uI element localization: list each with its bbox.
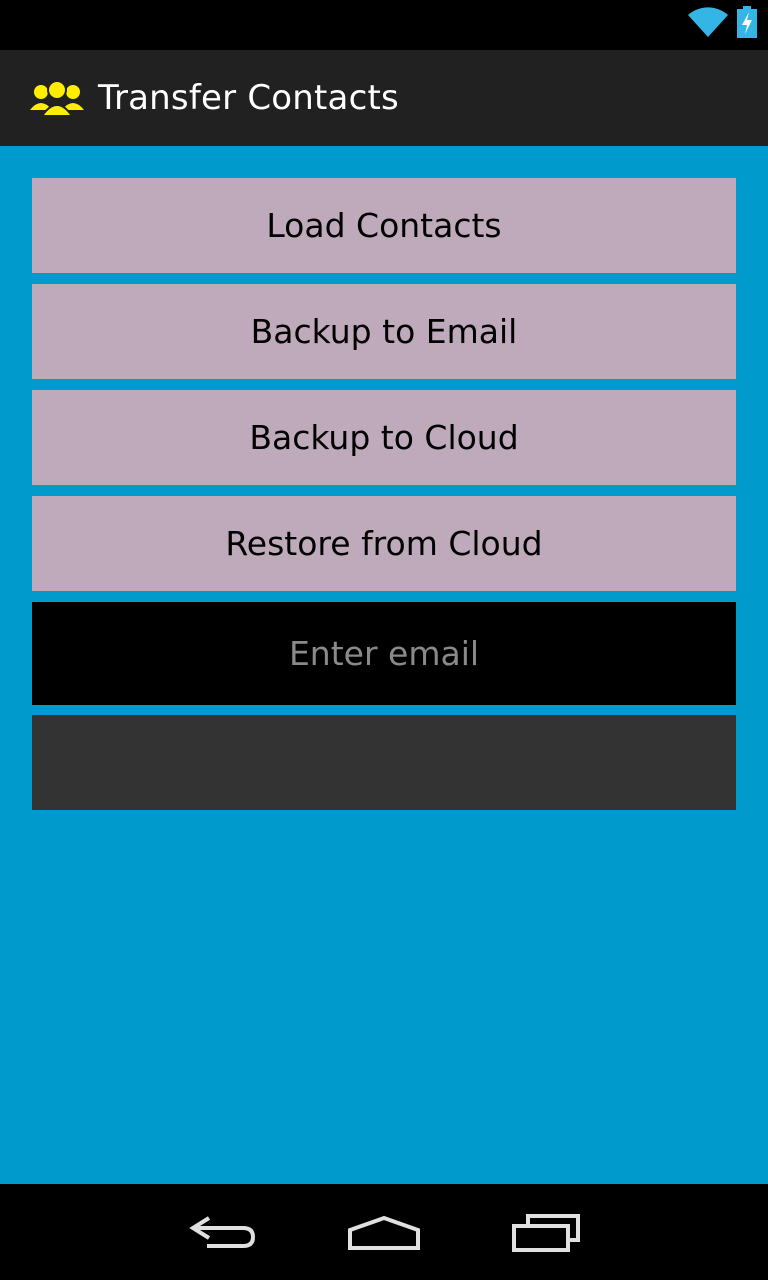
action-bar: Transfer Contacts: [0, 50, 768, 146]
navigation-bar: [0, 1184, 768, 1280]
back-icon[interactable]: [174, 1204, 274, 1260]
restore-from-cloud-button[interactable]: Restore from Cloud: [32, 496, 736, 591]
screen: Transfer Contacts Load Contacts Backup t…: [0, 0, 768, 1280]
battery-charging-icon: [736, 6, 758, 38]
main-content: Load Contacts Backup to Email Backup to …: [0, 146, 768, 1184]
wifi-icon: [686, 5, 730, 39]
output-box: [32, 715, 736, 810]
home-icon[interactable]: [334, 1204, 434, 1260]
recent-apps-icon[interactable]: [496, 1204, 596, 1260]
contacts-group-icon: [28, 78, 86, 118]
app-title: Transfer Contacts: [98, 78, 399, 118]
backup-to-email-button[interactable]: Backup to Email: [32, 284, 736, 379]
status-bar: [0, 0, 768, 50]
email-input[interactable]: [32, 602, 736, 705]
backup-to-cloud-button[interactable]: Backup to Cloud: [32, 390, 736, 485]
load-contacts-button[interactable]: Load Contacts: [32, 178, 736, 273]
status-icons: [686, 4, 758, 40]
